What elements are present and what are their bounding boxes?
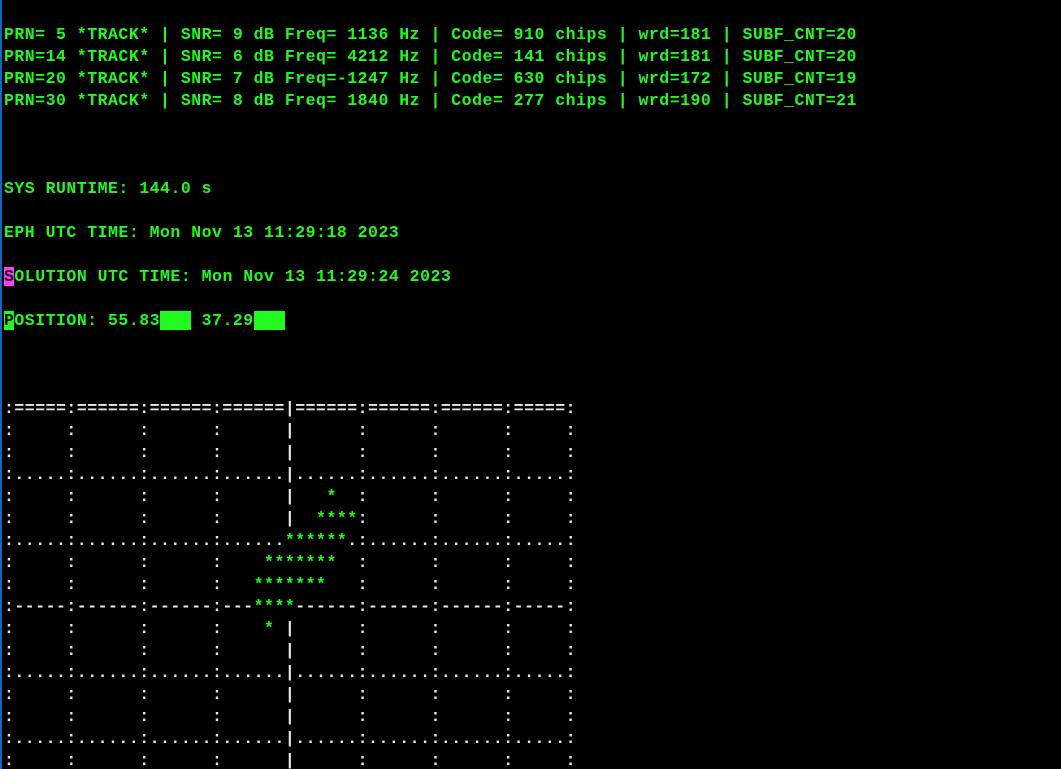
grid-char: : : : :	[4, 553, 264, 572]
data-point-icon: *	[264, 619, 274, 638]
grid-char: : : : : |	[4, 509, 316, 528]
grid-char: : : : : | : : : :	[4, 443, 576, 462]
grid-row: : : : : | * : : : :	[4, 486, 1061, 508]
grid-row: :.....:......:......:......******.:.....…	[4, 530, 1061, 552]
eph-utc-value: Mon Nov 13 11:29:18 2023	[150, 223, 400, 242]
grid-char: ------:------:------:-----:	[295, 597, 576, 616]
position-label-rest: OSITION:	[14, 311, 108, 330]
position-sep	[191, 311, 201, 330]
grid-row: :=====:======:======:======|======:=====…	[4, 398, 1061, 420]
grid-char: :=====:======:======:======|======:=====…	[4, 399, 576, 418]
terminal-output: PRN= 5 *TRACK* | SNR= 9 dB Freq= 1136 Hz…	[2, 0, 1061, 769]
sys-runtime-value: 144.0 s	[139, 179, 212, 198]
ascii-scatter-grid: :=====:======:======:======|======:=====…	[4, 398, 1061, 769]
sys-runtime-label: SYS RUNTIME:	[4, 179, 139, 198]
position-lat-redacted: ###	[160, 311, 191, 330]
track-lines-block: PRN= 5 *TRACK* | SNR= 9 dB Freq= 1136 Hz…	[4, 24, 1061, 112]
data-point-icon: *******	[264, 553, 337, 572]
blank-line	[4, 134, 1061, 156]
grid-row: :-----:------:------:---****------:-----…	[4, 596, 1061, 618]
data-point-icon: *******	[254, 575, 327, 594]
position-lon: 37.29	[202, 311, 254, 330]
sys-runtime-line: SYS RUNTIME: 144.0 s	[4, 178, 1061, 200]
grid-char: : : : : | : : : :	[4, 421, 576, 440]
grid-char: :.....:......:......:......|......:.....…	[4, 465, 576, 484]
track-line: PRN= 5 *TRACK* | SNR= 9 dB Freq= 1136 Hz…	[4, 24, 1061, 46]
solution-utc-value: Mon Nov 13 11:29:24 2023	[202, 267, 452, 286]
grid-row: : : : : | ****: : : :	[4, 508, 1061, 530]
track-line: PRN=30 *TRACK* | SNR= 8 dB Freq= 1840 Hz…	[4, 90, 1061, 112]
grid-char: : : : :	[358, 509, 576, 528]
grid-char: | : : : :	[274, 619, 576, 638]
grid-row: : : : : | : : : :	[4, 420, 1061, 442]
grid-char: :.....:......:......:......|......:.....…	[4, 729, 576, 748]
eph-utc-label: EPH UTC TIME:	[4, 223, 150, 242]
grid-char: : : : :	[337, 487, 576, 506]
track-line: PRN=14 *TRACK* | SNR= 6 dB Freq= 4212 Hz…	[4, 46, 1061, 68]
grid-row: :.....:......:......:......|......:.....…	[4, 662, 1061, 684]
grid-char: : : : :	[4, 575, 254, 594]
grid-char: : : : : | : : : :	[4, 707, 576, 726]
solution-label-rest: OLUTION UTC TIME:	[14, 267, 201, 286]
grid-row: : : : : | : : : :	[4, 640, 1061, 662]
grid-row: :.....:......:......:......|......:.....…	[4, 728, 1061, 750]
data-point-icon: ****	[254, 597, 296, 616]
track-line: PRN=20 *TRACK* | SNR= 7 dB Freq=-1247 Hz…	[4, 68, 1061, 90]
grid-row: : : : : | : : : :	[4, 684, 1061, 706]
grid-row: : : : : | : : : :	[4, 442, 1061, 464]
grid-char: : : : : | : : : :	[4, 751, 576, 769]
grid-char: :-----:------:------:---	[4, 597, 254, 616]
solution-utc-line: SOLUTION UTC TIME: Mon Nov 13 11:29:24 2…	[4, 266, 1061, 288]
grid-char: .:......:......:.....:	[347, 531, 576, 550]
data-point-icon: ******	[285, 531, 347, 550]
grid-char: : : : :	[4, 619, 264, 638]
blank-line	[4, 354, 1061, 376]
position-line: POSITION: 55.83### 37.29###	[4, 310, 1061, 332]
grid-char: : : : : |	[4, 487, 326, 506]
grid-row: :.....:......:......:......|......:.....…	[4, 464, 1061, 486]
solution-cursor-char: S	[4, 267, 14, 286]
data-point-icon: ****	[316, 509, 358, 528]
grid-row: : : : : ******* : : : :	[4, 552, 1061, 574]
grid-row: : : : : | : : : :	[4, 706, 1061, 728]
grid-char: :.....:......:......:......	[4, 531, 285, 550]
position-lat: 55.83	[108, 311, 160, 330]
eph-utc-line: EPH UTC TIME: Mon Nov 13 11:29:18 2023	[4, 222, 1061, 244]
position-first-char: P	[4, 311, 14, 330]
grid-row: : : : : * | : : : :	[4, 618, 1061, 640]
grid-char: : : : :	[326, 575, 576, 594]
grid-char: :.....:......:......:......|......:.....…	[4, 663, 576, 682]
grid-char: : : : : | : : : :	[4, 641, 576, 660]
grid-row: : : : : ******* : : : :	[4, 574, 1061, 596]
position-lon-redacted: ###	[254, 311, 285, 330]
grid-row: : : : : | : : : :	[4, 750, 1061, 769]
data-point-icon: *	[326, 487, 336, 506]
grid-char: : : : :	[337, 553, 576, 572]
grid-char: : : : : | : : : :	[4, 685, 576, 704]
